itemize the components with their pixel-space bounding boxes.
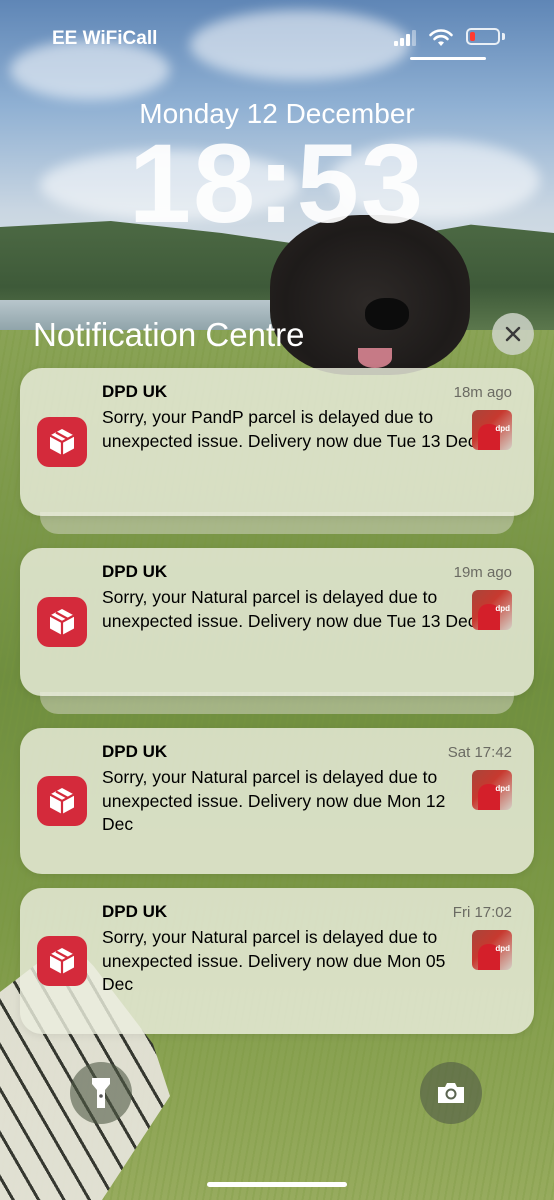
notification-message: Sorry, your Natural parcel is delayed du… [102, 927, 446, 994]
dpd-app-icon [37, 597, 87, 647]
status-bar: EE WiFiCall [0, 0, 554, 80]
notification-card[interactable]: DPD UK Fri 17:02 Sorry, your Natural par… [20, 888, 534, 1034]
notification-message: Sorry, your PandP parcel is delayed due … [102, 407, 477, 451]
notification-thumbnail: dpd [472, 770, 512, 810]
flashlight-button[interactable] [70, 1062, 132, 1124]
battery-icon [466, 28, 500, 45]
notification-app-name: DPD UK [102, 742, 168, 761]
dpd-app-icon [37, 417, 87, 467]
dpd-cube-icon [49, 429, 75, 455]
dpd-cube-icon [49, 788, 75, 814]
notification-message: Sorry, your Natural parcel is delayed du… [102, 587, 477, 631]
lock-screen-time: 18:53 [128, 121, 426, 246]
notification-thumbnail: dpd [472, 930, 512, 970]
camera-icon [438, 1083, 464, 1103]
notification-centre-title: Notification Centre [33, 316, 305, 353]
home-indicator[interactable] [207, 1182, 347, 1187]
notification-time: 18m ago [453, 384, 512, 401]
notification-time: Fri 17:02 [452, 904, 512, 921]
notification-app-name: DPD UK [102, 562, 168, 581]
notification-message: Sorry, your Natural parcel is delayed du… [102, 767, 446, 834]
dpd-app-icon [37, 936, 87, 986]
notification-thumbnail: dpd [472, 410, 512, 450]
notification-app-name: DPD UK [102, 902, 168, 921]
battery-level [470, 32, 475, 41]
notification-thumbnail: dpd [472, 590, 512, 630]
wifi-icon [429, 29, 453, 46]
dpd-cube-icon [49, 609, 75, 635]
dpd-cube-icon [49, 948, 75, 974]
clear-notifications-button[interactable] [492, 313, 534, 355]
close-icon [505, 326, 521, 342]
notification-card[interactable]: DPD UK Sat 17:42 Sorry, your Natural par… [20, 728, 534, 874]
camera-button[interactable] [420, 1062, 482, 1124]
carrier-label: EE WiFiCall [52, 28, 158, 49]
notification-card[interactable]: DPD UK 19m ago Sorry, your Natural parce… [20, 548, 534, 696]
flashlight-icon [92, 1078, 110, 1108]
notification-card[interactable]: DPD UK 18m ago Sorry, your PandP parcel … [20, 368, 534, 516]
cellular-signal-icon [394, 30, 416, 46]
notification-time: 19m ago [453, 564, 512, 581]
notification-time: Sat 17:42 [447, 744, 512, 761]
notification-app-name: DPD UK [102, 382, 168, 401]
dpd-app-icon [37, 776, 87, 826]
